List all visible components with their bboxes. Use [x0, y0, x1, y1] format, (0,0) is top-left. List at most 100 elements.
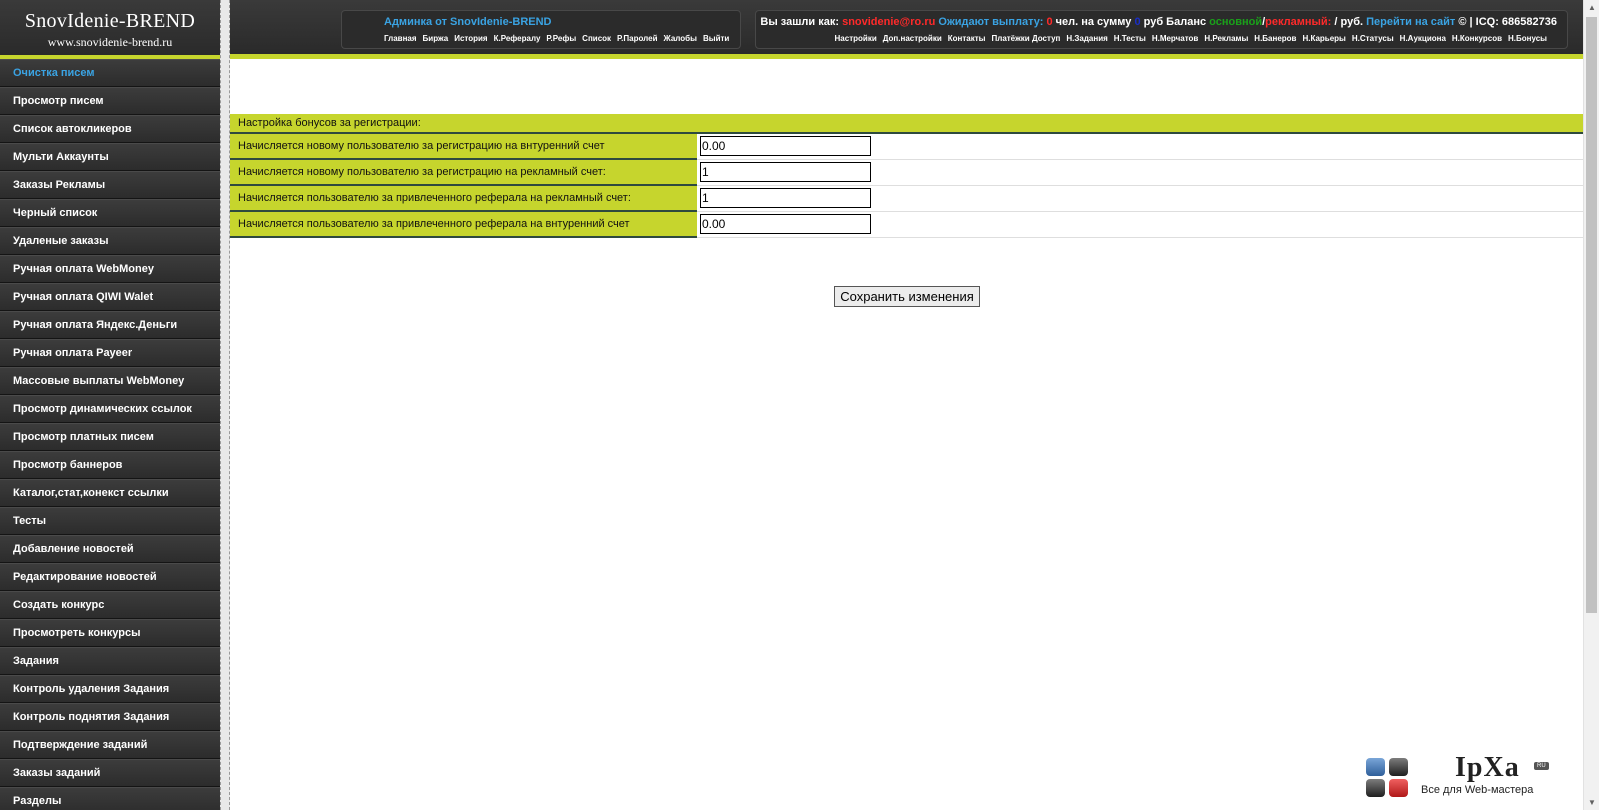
sidebar-item[interactable]: Контроль удаления Задания	[0, 675, 220, 703]
admin-title-prefix: Админка от	[384, 16, 451, 28]
settings-nav-link[interactable]: Н.Мерчатов	[1152, 34, 1199, 43]
sidebar-item[interactable]: Редактирование новостей	[0, 563, 220, 591]
logo-url: www.snovidenie-brend.ru	[47, 35, 173, 49]
sidebar-item[interactable]: Ручная оплата Яндекс.Деньги	[0, 311, 220, 339]
bonus-amount-input[interactable]	[700, 214, 871, 234]
settings-nav-link[interactable]: Платёжки Доступ	[991, 34, 1060, 43]
admin-nav-link[interactable]: Жалобы	[664, 34, 697, 43]
setting-label: Начисляется пользователю за привлеченног…	[230, 185, 697, 212]
top-header: Админка от SnovIdenie-BREND Главная Биржа…	[230, 0, 1583, 59]
awaiting-payout-label: Ожидают выплату:	[938, 16, 1044, 28]
sidebar-item[interactable]: Разделы	[0, 787, 220, 810]
admin-nav-link[interactable]: Биржа	[423, 34, 449, 43]
admin-nav-link[interactable]: Главная	[384, 34, 417, 43]
sidebar-item[interactable]: Контроль поднятия Задания	[0, 703, 220, 731]
admin-nav-box: Админка от SnovIdenie-BREND Главная Биржа…	[341, 10, 741, 49]
scroll-down-icon[interactable]: ▼	[1588, 798, 1596, 807]
settings-nav-link[interactable]: Н.Задания	[1066, 34, 1107, 43]
ipxa-watermark: IpXa RU Все для Web-мастера	[1361, 752, 1549, 800]
logo-square-dark-icon	[1366, 779, 1385, 797]
balance-main-label: основной	[1209, 16, 1263, 28]
registration-bonus-settings: Настройка бонусов за регистрации: Начисл…	[230, 114, 1583, 238]
settings-nav-link[interactable]: Н.Тесты	[1114, 34, 1146, 43]
sidebar-item[interactable]: Ручная оплата Payeer	[0, 339, 220, 367]
sidebar-item[interactable]: Удаленые заказы	[0, 227, 220, 255]
bonus-amount-input[interactable]	[700, 162, 871, 182]
settings-nav-link[interactable]: Н.Рекламы	[1204, 34, 1248, 43]
sidebar-item[interactable]: Заказы Рекламы	[0, 171, 220, 199]
admin-title-brand[interactable]: SnovIdenie-BREND	[450, 16, 551, 28]
people-sum-label: чел. на сумму	[1055, 16, 1132, 28]
goto-site-link[interactable]: Перейти на сайт	[1366, 16, 1455, 28]
scroll-up-icon[interactable]: ▲	[1588, 3, 1596, 12]
admin-nav-link[interactable]: Выйти	[703, 34, 729, 43]
admin-nav-link[interactable]: Р.Рефы	[546, 34, 576, 43]
sidebar-item[interactable]: Просмотр платных писем	[0, 423, 220, 451]
scrollbar-thumb[interactable]	[1586, 17, 1597, 613]
awaiting-payout-count: 0	[1046, 16, 1053, 28]
admin-nav-link[interactable]: История	[454, 34, 487, 43]
settings-header: Настройка бонусов за регистрации:	[230, 114, 1583, 134]
balance-tail: / руб.	[1334, 16, 1364, 28]
save-changes-button[interactable]: Сохранить изменения	[834, 286, 980, 307]
admin-title: Админка от SnovIdenie-BREND	[342, 16, 740, 32]
settings-nav-link[interactable]: Н.Аукциона	[1400, 34, 1446, 43]
setting-label: Начисляется новому пользователю за регис…	[230, 133, 697, 160]
vertical-scrollbar[interactable]: ▲ ▼	[1583, 0, 1599, 810]
admin-nav-link[interactable]: К.Рефералу	[494, 34, 541, 43]
settings-nav-link[interactable]: Настройки	[835, 34, 877, 43]
user-email[interactable]: snovidenie@ro.ru	[842, 16, 935, 28]
setting-value-cell	[697, 159, 1583, 186]
settings-nav-link[interactable]: Н.Банеров	[1254, 34, 1296, 43]
sidebar-item[interactable]: Просмотр баннеров	[0, 451, 220, 479]
logo-square-red-icon	[1389, 779, 1408, 797]
sidebar-item[interactable]: Очистка писем	[0, 59, 220, 87]
sidebar-item[interactable]: Ручная оплата WebMoney	[0, 255, 220, 283]
settings-nav-link[interactable]: Н.Конкурсов	[1452, 34, 1502, 43]
settings-nav-link[interactable]: Н.Бонусы	[1508, 34, 1547, 43]
settings-nav-link[interactable]: Доп.настройки	[883, 34, 942, 43]
sidebar-item[interactable]: Массовые выплаты WebMoney	[0, 367, 220, 395]
sidebar-item[interactable]: Список автокликеров	[0, 115, 220, 143]
settings-nav-link[interactable]: Н.Карьеры	[1302, 34, 1345, 43]
sidebar-item[interactable]: Создать конкурс	[0, 591, 220, 619]
sidebar-item[interactable]: Подтверждение заданий	[0, 731, 220, 759]
settings-nav-link[interactable]: Контакты	[948, 34, 986, 43]
setting-value-cell	[697, 211, 1583, 238]
sidebar-divider	[220, 0, 230, 810]
logo-square-blue-icon	[1366, 758, 1385, 776]
main-content: Настройка бонусов за регистрации: Начисл…	[230, 64, 1583, 810]
admin-nav-links: Главная Биржа История К.Рефералу Р.Рефы Списо…	[342, 32, 740, 43]
logo-title: SnovIdenie-BREND	[24, 10, 196, 32]
sidebar-item[interactable]: Черный список	[0, 199, 220, 227]
sidebar-item[interactable]: Добавление новостей	[0, 535, 220, 563]
account-info-box: Вы зашли как: snovidenie@ro.ru Ожидают в…	[755, 10, 1568, 49]
admin-nav-link[interactable]: Список	[582, 34, 611, 43]
sidebar-item[interactable]: Заказы заданий	[0, 759, 220, 787]
settings-row: Начисляется пользователю за привлеченног…	[230, 185, 1583, 212]
payout-sum-value: 0	[1134, 16, 1141, 28]
bonus-amount-input[interactable]	[700, 136, 871, 157]
sidebar-item[interactable]: Просмотреть конкурсы	[0, 619, 220, 647]
sidebar-item[interactable]: Тесты	[0, 507, 220, 535]
sidebar-item[interactable]: Задания	[0, 647, 220, 675]
balance-ad-label: рекламный:	[1265, 16, 1332, 28]
settings-nav-link[interactable]: Н.Статусы	[1352, 34, 1394, 43]
sidebar-menu: Очистка писем Просмотр писем Список автокл…	[0, 59, 220, 810]
sidebar-item[interactable]: Ручная оплата QIWI Walet	[0, 283, 220, 311]
sidebar-item[interactable]: Мульти Аккаунты	[0, 143, 220, 171]
sidebar-item[interactable]: Каталог,стат,конекст ссылки	[0, 479, 220, 507]
setting-label: Начисляется пользователю за привлеченног…	[230, 211, 697, 238]
settings-row: Начисляется новому пользователю за регис…	[230, 133, 1583, 160]
settings-row: Начисляется пользователю за привлеченног…	[230, 211, 1583, 238]
setting-value-cell	[697, 133, 1583, 160]
sidebar-item[interactable]: Просмотр динамических ссылок	[0, 395, 220, 423]
site-logo[interactable]: SnovIdenie-BREND www.snovidenie-brend.ru	[0, 0, 220, 59]
account-status-line: Вы зашли как: snovidenie@ro.ru Ожидают в…	[756, 16, 1567, 32]
sidebar-item[interactable]: Просмотр писем	[0, 87, 220, 115]
rub-balance-label: руб Баланс	[1143, 16, 1207, 28]
watermark-tagline: Все для Web-мастера	[1421, 784, 1534, 796]
setting-label: Начисляется новому пользователю за регис…	[230, 159, 697, 186]
admin-nav-link[interactable]: Р.Паролей	[617, 34, 657, 43]
bonus-amount-input[interactable]	[700, 188, 871, 208]
